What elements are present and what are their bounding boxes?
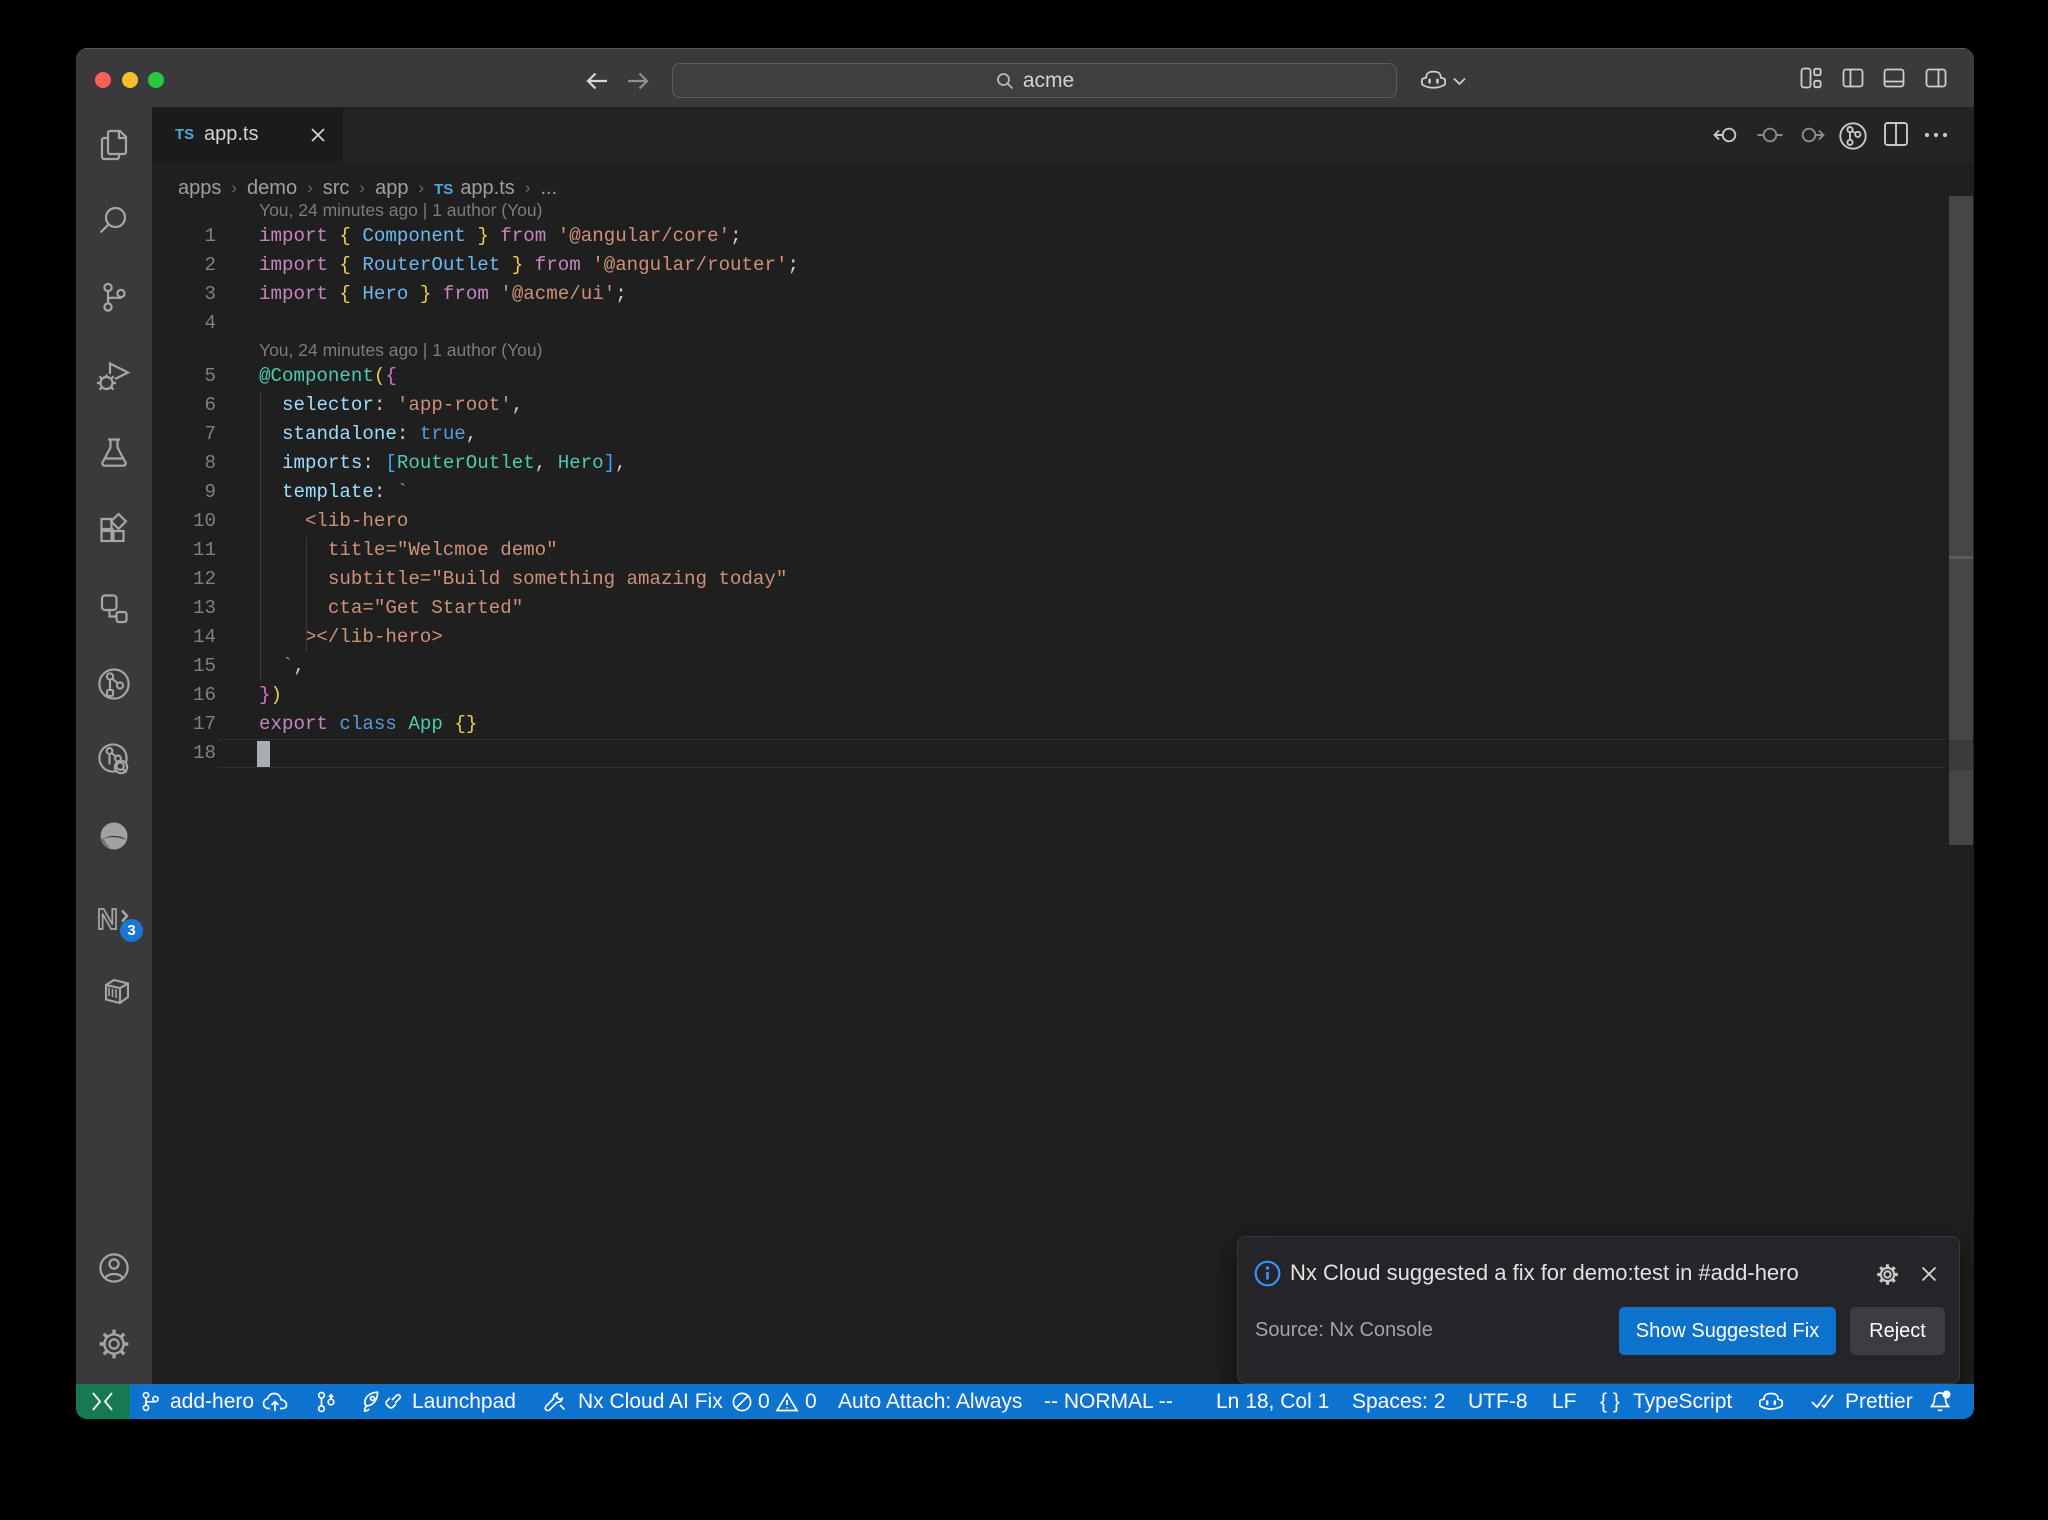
svg-text:N: N — [97, 904, 118, 936]
